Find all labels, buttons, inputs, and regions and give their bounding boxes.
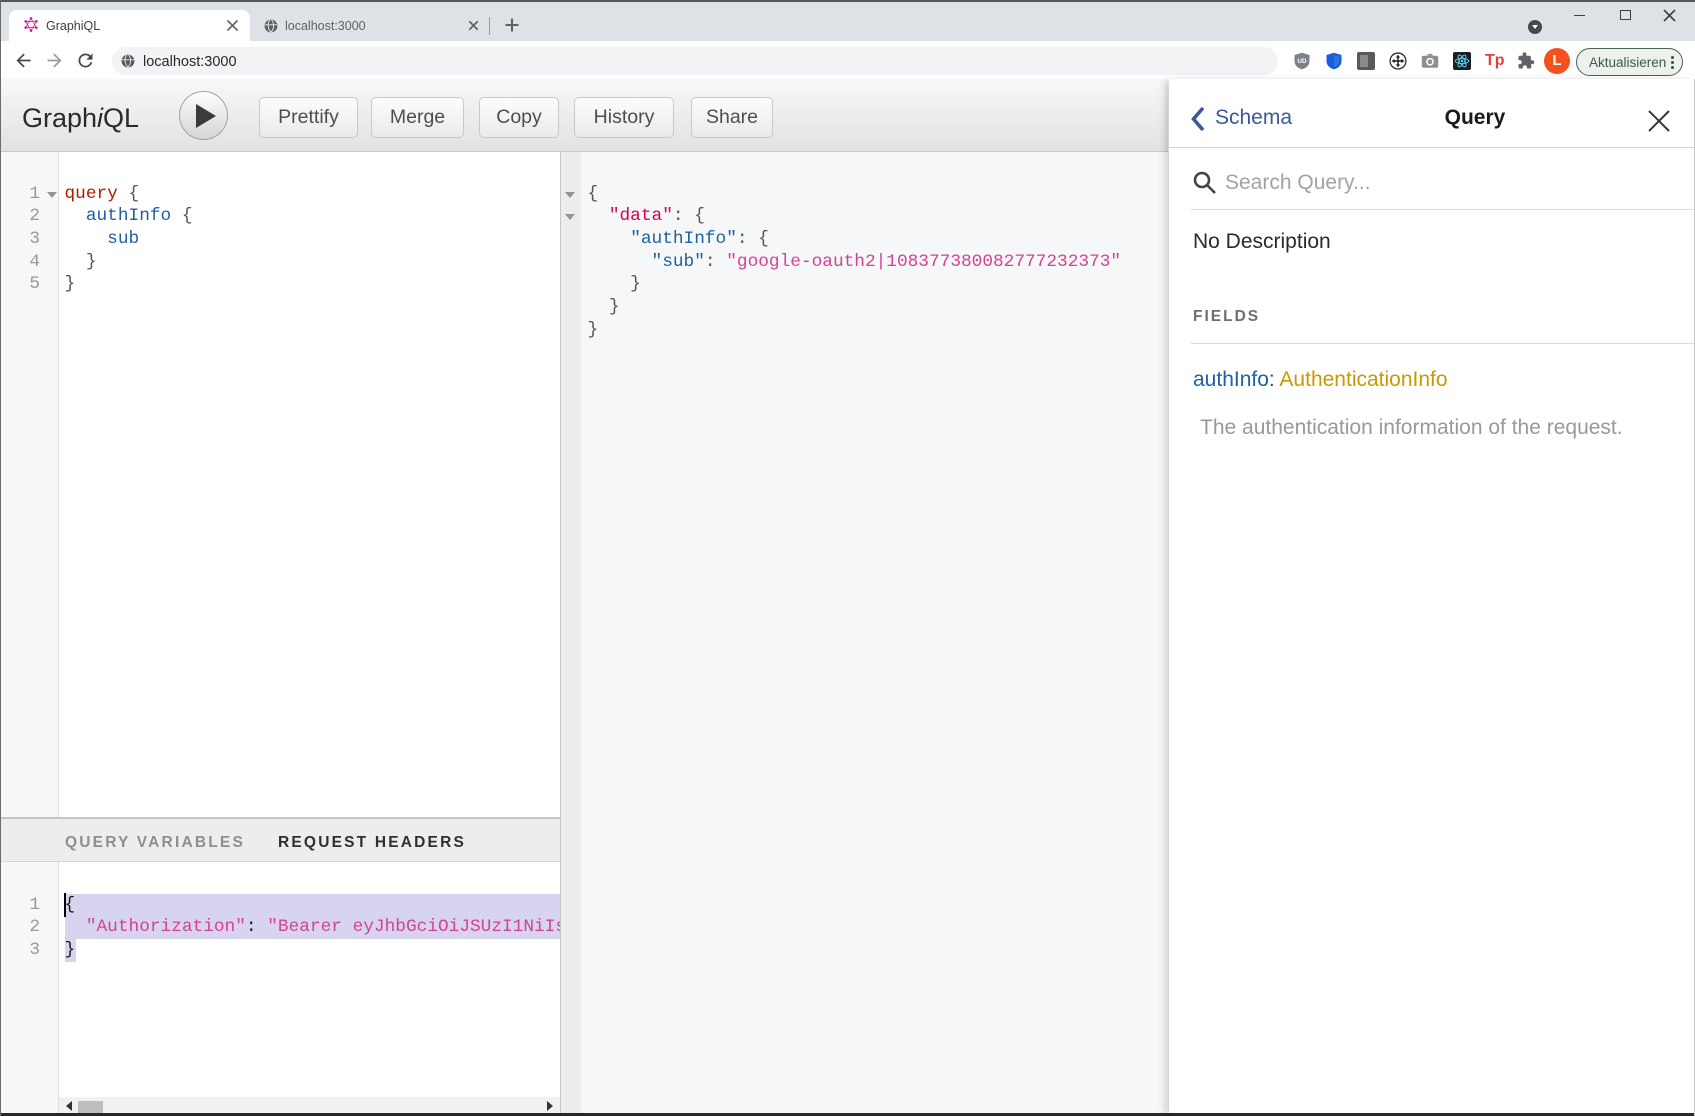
svg-text:UD: UD [1297, 58, 1307, 65]
